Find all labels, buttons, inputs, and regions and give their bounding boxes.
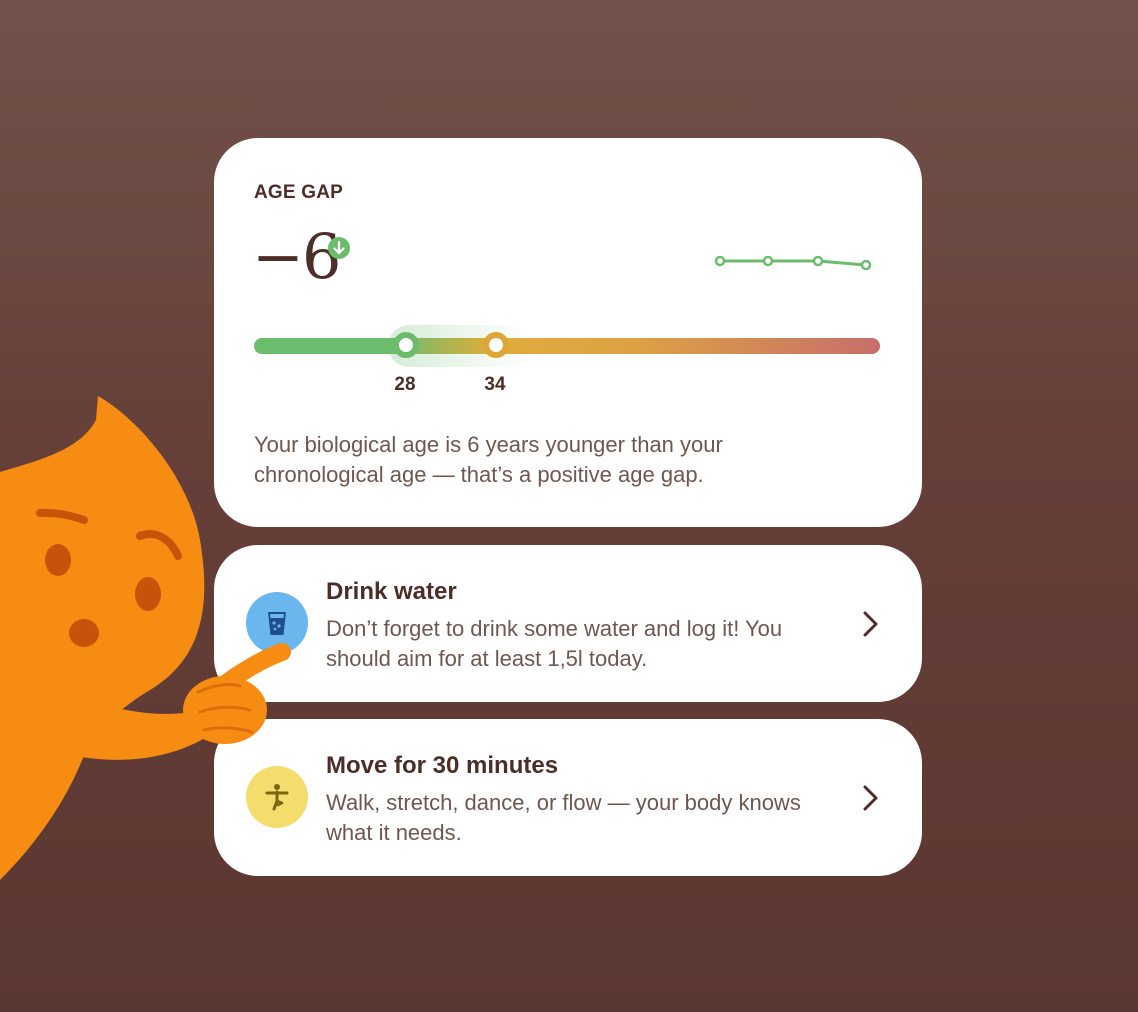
age-scale: 28 34 — [254, 325, 880, 410]
age-gap-description: Your biological age is 6 years younger t… — [254, 432, 723, 487]
task-title: Move for 30 minutes — [326, 752, 559, 779]
trend-sparkline — [714, 255, 872, 271]
chevron-right-icon[interactable] — [860, 783, 882, 813]
biological-age-marker — [393, 332, 419, 358]
mascot-droplet-character — [0, 396, 291, 880]
age-gradient-bar — [254, 338, 880, 354]
age-gap-card: AGE GAP −6 28 34 Your biological age is … — [214, 138, 922, 527]
task-card-drink-water[interactable]: Drink water Don’t forget to drink some w… — [214, 545, 922, 702]
task-title: Drink water — [326, 578, 457, 605]
task-card-move[interactable]: Move for 30 minutes Walk, stretch, dance… — [214, 719, 922, 876]
task-description: Walk, stretch, dance, or flow — your bod… — [326, 790, 801, 845]
arrow-down-icon — [328, 237, 350, 259]
age-gap-label: AGE GAP — [254, 182, 344, 203]
chevron-right-icon[interactable] — [860, 609, 882, 639]
age-gap-value: −6 — [252, 220, 341, 293]
biological-age-label: 28 — [394, 374, 416, 395]
chronological-age-marker — [483, 332, 509, 358]
task-description: Don’t forget to drink some water and log… — [326, 616, 783, 671]
chronological-age-label: 34 — [484, 374, 506, 395]
